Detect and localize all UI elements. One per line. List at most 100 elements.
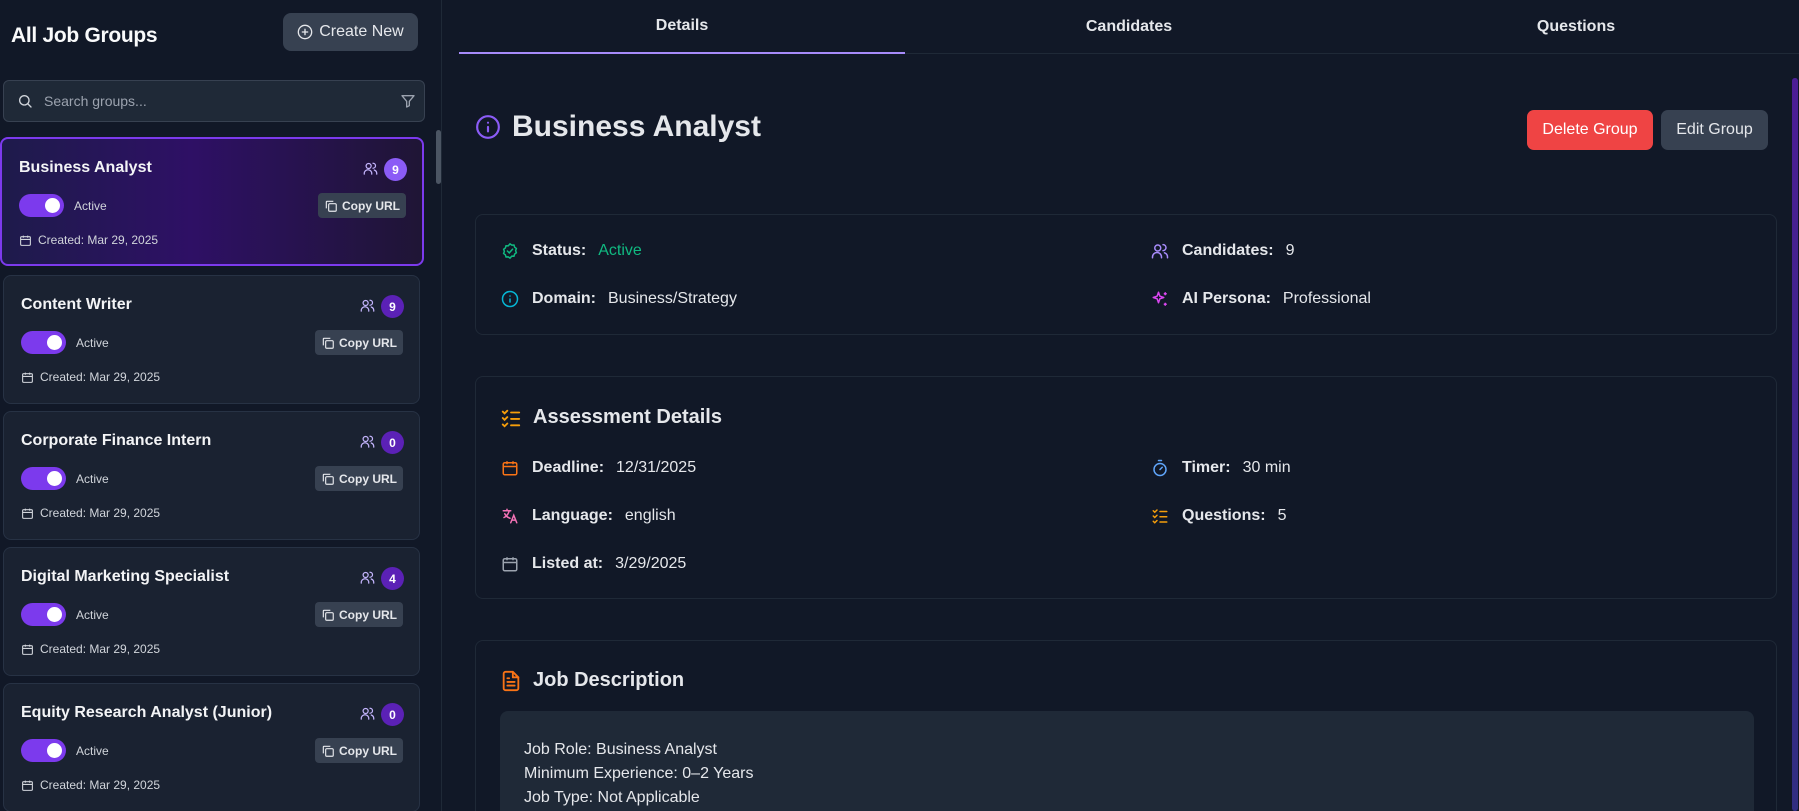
job-group-name: Equity Research Analyst (Junior) [21,704,273,721]
questions-field: Questions: 5 [1150,506,1286,526]
users-icon [360,707,375,720]
detail-tabs: Details Candidates Questions [459,0,1799,54]
tab-details[interactable]: Details [459,0,905,54]
job-group-card[interactable]: Digital Marketing Specialist 4 Active Co… [3,547,420,676]
calendar-icon [22,372,33,383]
candidate-count-badge: 4 [381,567,404,590]
page-title: Business Analyst [512,110,761,143]
check-circle-icon [500,241,520,261]
listed-field: Listed at: 3/29/2025 [500,554,686,574]
users-icon [1150,241,1170,261]
created-date: Created: Mar 29, 2025 [21,778,160,792]
search-box [3,80,425,122]
job-group-card[interactable]: Equity Research Analyst (Junior) 0 Activ… [3,683,420,811]
copy-url-button[interactable]: Copy URL [315,602,403,627]
created-date-text: Created: Mar 29, 2025 [40,778,161,792]
created-date-text: Created: Mar 29, 2025 [40,506,161,520]
status-value: Active [598,242,642,259]
copy-url-label: Copy URL [339,335,397,350]
active-toggle[interactable] [21,739,66,762]
copy-icon [325,200,337,212]
toggle-knob [47,607,62,622]
calendar-icon [22,644,33,655]
created-date: Created: Mar 29, 2025 [21,642,160,656]
copy-url-label: Copy URL [339,607,397,622]
job-description-heading: Job Description [500,669,684,692]
sparkles-icon [1150,289,1170,309]
copy-url-button[interactable]: Copy URL [315,738,403,763]
tab-candidates[interactable]: Candidates [906,0,1352,54]
active-toggle[interactable] [19,194,64,217]
users-icon [360,435,375,448]
listed-label: Listed at: [532,555,604,572]
status-label: Active [76,744,109,758]
users-icon [363,162,378,175]
list-checks-icon [501,409,521,428]
created-date-text: Created: Mar 29, 2025 [40,370,161,384]
create-new-button[interactable]: Create New [283,13,418,51]
job-group-card[interactable]: Business Analyst 9 Active Copy URL Creat… [0,137,424,266]
info-icon [476,115,500,139]
search-icon [19,95,32,108]
tab-questions[interactable]: Questions [1353,0,1799,54]
delete-group-button[interactable]: Delete Group [1527,110,1653,150]
status-label: Active [76,608,109,622]
copy-url-label: Copy URL [339,471,397,486]
calendar-icon [500,458,520,478]
language-label: Language: [532,507,613,524]
job-group-name: Business Analyst [19,159,152,176]
main-panel: Details Candidates Questions Business An… [443,0,1799,811]
job-description-line: Minimum Experience: 0–2 Years [524,765,754,782]
status-label: Status: [532,242,587,259]
copy-url-button[interactable]: Copy URL [315,466,403,491]
copy-url-label: Copy URL [342,198,400,213]
created-date: Created: Mar 29, 2025 [21,506,160,520]
sidebar: All Job Groups Create New Business Analy… [0,0,442,811]
created-date-text: Created: Mar 29, 2025 [38,233,159,247]
timer-icon [1150,458,1170,478]
status-label: Active [74,199,107,213]
main-scrollbar[interactable] [1792,78,1798,811]
timer-field: Timer: 30 min [1150,458,1291,478]
sidebar-header: All Job Groups Create New [0,0,442,70]
candidate-count-badge: 0 [381,431,404,454]
active-toggle[interactable] [21,467,66,490]
copy-url-button[interactable]: Copy URL [315,330,403,355]
job-group-name: Corporate Finance Intern [21,432,212,449]
job-group-card[interactable]: Content Writer 9 Active Copy URL Created… [3,275,420,404]
job-description-line: Job Type: Not Applicable [524,789,700,806]
domain-value: Business/Strategy [608,290,737,307]
toggle-knob [47,471,62,486]
page-header: Business Analyst [475,110,761,144]
candidates-label: Candidates: [1182,242,1274,259]
language-value: english [624,507,676,524]
listed-value: 3/29/2025 [615,555,687,572]
list-checks-icon [1150,506,1170,526]
job-description-panel: Job Description Job Role: Business Analy… [475,640,1777,811]
sidebar-scrollbar[interactable] [436,130,441,184]
job-description-heading-text: Job Description [533,669,685,691]
timer-label: Timer: [1182,459,1231,476]
filter-icon[interactable] [400,93,416,109]
assessment-panel: Assessment Details Deadline: 12/31/2025 … [475,376,1777,599]
created-date: Created: Mar 29, 2025 [21,370,160,384]
assessment-heading: Assessment Details [500,406,722,429]
status-label: Active [76,336,109,350]
copy-icon [322,745,334,757]
questions-value: 5 [1277,507,1287,524]
active-toggle[interactable] [21,331,66,354]
active-toggle[interactable] [21,603,66,626]
deadline-label: Deadline: [532,459,605,476]
edit-group-button[interactable]: Edit Group [1661,110,1768,150]
domain-label: Domain: [532,290,596,307]
toggle-knob [47,743,62,758]
toggle-knob [45,198,60,213]
languages-icon [500,506,520,526]
copy-url-label: Copy URL [339,743,397,758]
search-input[interactable] [44,89,384,113]
copy-icon [322,337,334,349]
copy-url-button[interactable]: Copy URL [318,193,406,218]
persona-field: AI Persona: Professional [1150,289,1371,309]
job-group-card[interactable]: Corporate Finance Intern 0 Active Copy U… [3,411,420,540]
questions-label: Questions: [1182,507,1266,524]
